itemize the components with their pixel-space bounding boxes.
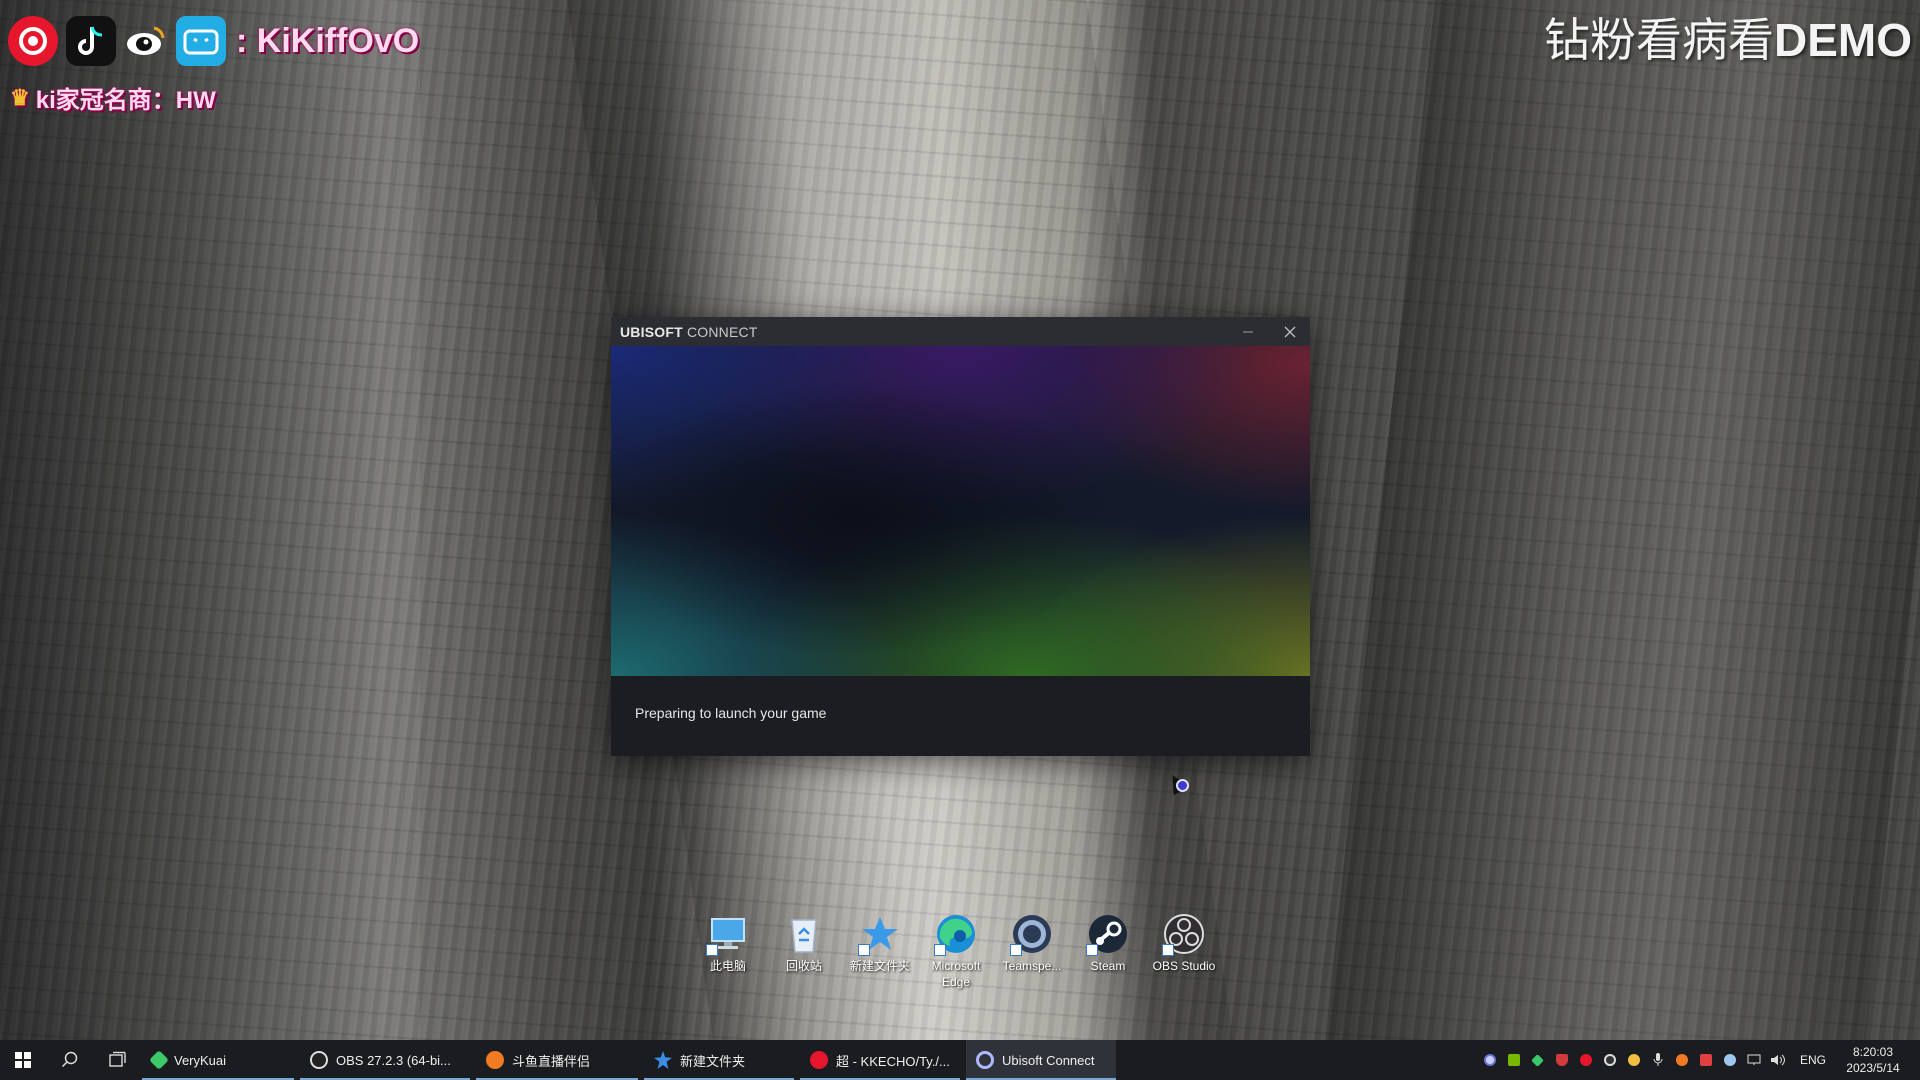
stream-title-latin: DEMO bbox=[1774, 14, 1912, 66]
edge-icon bbox=[934, 912, 978, 956]
taskbar: VeryKuai OBS 27.2.3 (64-bi... 斗鱼直播伴侣 新建文… bbox=[0, 1040, 1920, 1080]
crown-icon: ♛ bbox=[10, 84, 30, 110]
tray-mic-icon[interactable] bbox=[1646, 1040, 1670, 1080]
launch-status-text: Preparing to launch your game bbox=[635, 705, 827, 721]
tray-shield-icon[interactable] bbox=[1550, 1040, 1574, 1080]
close-icon bbox=[1284, 326, 1296, 337]
window-titlebar[interactable]: UBISOFT CONNECT bbox=[611, 317, 1310, 346]
weibo-icon bbox=[8, 16, 58, 66]
star-folder-taskbar-icon bbox=[654, 1051, 672, 1069]
search-icon bbox=[61, 1051, 78, 1068]
task-view-icon bbox=[109, 1051, 126, 1067]
bilibili-icon bbox=[176, 16, 226, 66]
weibo-eye-icon bbox=[124, 16, 168, 66]
windows-icon bbox=[15, 1052, 31, 1068]
ubisoft-icon bbox=[976, 1051, 994, 1069]
taskbar-app-explorer[interactable]: 新建文件夹 bbox=[644, 1040, 794, 1080]
minimize-icon bbox=[1243, 331, 1253, 332]
douyu-icon bbox=[486, 1051, 504, 1069]
desktop-icons: 此电脑 回收站 新建文件夹 Microsoft Edge Teamspe... bbox=[690, 912, 1222, 990]
stream-overlay-header: : KiKiffOvO bbox=[8, 16, 419, 66]
search-button[interactable] bbox=[46, 1040, 94, 1080]
streamer-name: : KiKiffOvO bbox=[236, 21, 420, 60]
taskbar-app-music[interactable]: 超 - KKECHO/Ty./... bbox=[800, 1040, 960, 1080]
ubisoft-connect-logo: UBISOFT CONNECT bbox=[620, 323, 758, 340]
desktop-icon-recycle-bin[interactable]: 回收站 bbox=[766, 912, 842, 990]
tray-douyu-icon[interactable] bbox=[1670, 1040, 1694, 1080]
tray-security-icon[interactable] bbox=[1694, 1040, 1718, 1080]
stream-title: 钻粉看病看DEMO bbox=[1544, 4, 1912, 70]
sponsor-text: ki家冠名商：HW bbox=[35, 87, 216, 114]
star-folder-icon bbox=[858, 912, 902, 956]
tray-chrome-icon[interactable] bbox=[1478, 1040, 1502, 1080]
clock-time: 8:20:03 bbox=[1852, 1045, 1894, 1059]
busy-indicator-icon bbox=[1176, 779, 1189, 792]
network-icon[interactable] bbox=[1742, 1040, 1766, 1080]
input-language[interactable]: ENG bbox=[1800, 1053, 1826, 1067]
this-pc-icon bbox=[706, 912, 750, 956]
clock-date: 2023/5/14 bbox=[1846, 1061, 1900, 1075]
obs-icon bbox=[1162, 912, 1206, 956]
taskbar-app-obs[interactable]: OBS 27.2.3 (64-bi... bbox=[300, 1040, 470, 1080]
close-button[interactable] bbox=[1270, 317, 1310, 346]
tiktok-icon bbox=[66, 16, 116, 66]
wallpaper-shade-right bbox=[1325, 0, 1920, 1040]
taskbar-app-ubisoft[interactable]: Ubisoft Connect bbox=[966, 1040, 1116, 1080]
taskbar-app-verykuai[interactable]: VeryKuai bbox=[142, 1040, 294, 1080]
netease-music-icon bbox=[810, 1051, 828, 1069]
system-tray: ENG 8:20:03 2023/5/14 bbox=[1478, 1040, 1920, 1080]
wallpaper-shade-left bbox=[0, 0, 420, 1040]
volume-icon[interactable] bbox=[1766, 1040, 1790, 1080]
tray-steam-icon[interactable] bbox=[1718, 1040, 1742, 1080]
task-view-button[interactable] bbox=[94, 1040, 142, 1080]
desktop-icon-new-folder[interactable]: 新建文件夹 bbox=[842, 912, 918, 990]
taskbar-app-douyu[interactable]: 斗鱼直播伴侣 bbox=[476, 1040, 638, 1080]
desktop-icon-this-pc[interactable]: 此电脑 bbox=[690, 912, 766, 990]
start-button[interactable] bbox=[0, 1040, 46, 1080]
tray-verykuai-icon[interactable] bbox=[1526, 1040, 1550, 1080]
desktop-icon-steam[interactable]: Steam bbox=[1070, 912, 1146, 990]
obs-taskbar-icon bbox=[310, 1051, 328, 1069]
desktop-icon-edge[interactable]: Microsoft Edge bbox=[918, 912, 994, 990]
tray-cat-icon[interactable] bbox=[1622, 1040, 1646, 1080]
desktop-icon-obs[interactable]: OBS Studio bbox=[1146, 912, 1222, 990]
desktop-icon-teamspeak[interactable]: Teamspe... bbox=[994, 912, 1070, 990]
ubisoft-connect-window: UBISOFT CONNECT Preparing to launch your… bbox=[611, 317, 1310, 756]
verykuai-icon bbox=[149, 1050, 169, 1070]
steam-icon bbox=[1086, 912, 1130, 956]
tray-nvidia-icon[interactable] bbox=[1502, 1040, 1526, 1080]
sponsor-line: ♛ ki家冠名商：HW bbox=[10, 80, 216, 115]
launch-splash-gradient bbox=[611, 346, 1310, 676]
recycle-bin-icon bbox=[782, 912, 826, 956]
taskbar-clock[interactable]: 8:20:03 2023/5/14 bbox=[1836, 1044, 1910, 1076]
tray-obs-icon[interactable] bbox=[1598, 1040, 1622, 1080]
tray-music-icon[interactable] bbox=[1574, 1040, 1598, 1080]
stream-title-cn: 钻粉看病看 bbox=[1544, 13, 1774, 67]
teamspeak-icon bbox=[1010, 912, 1054, 956]
minimize-button[interactable] bbox=[1228, 317, 1268, 346]
